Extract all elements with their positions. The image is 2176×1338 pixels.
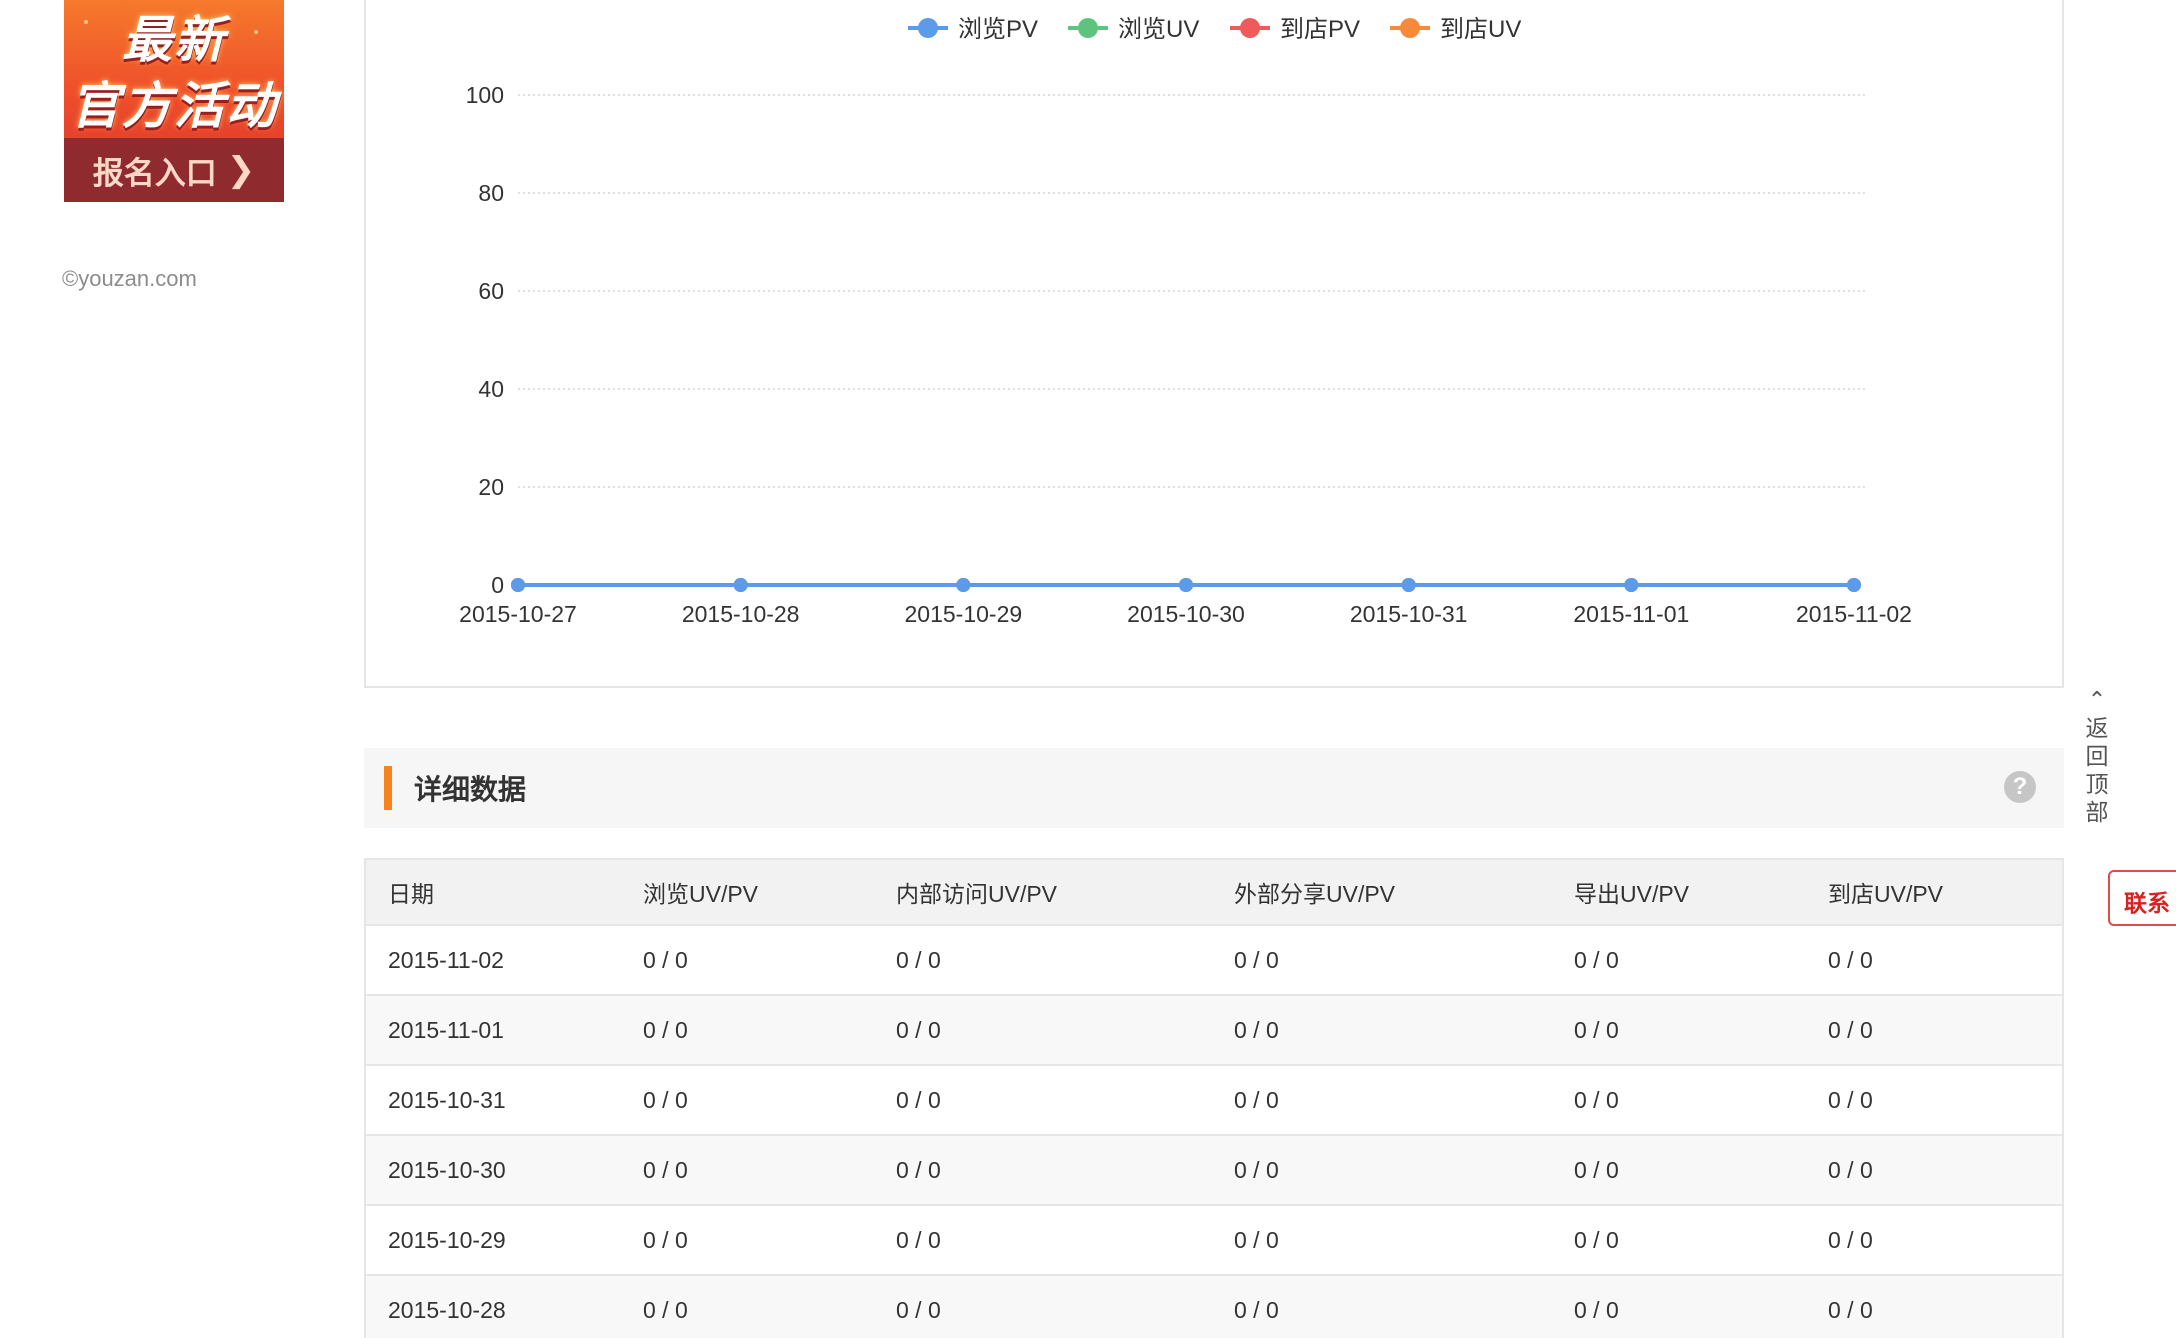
detail-section-header: 详细数据 ?	[364, 748, 2064, 828]
column-header: 到店UV/PV	[1806, 858, 2064, 926]
table-row: 2015-10-31 0 / 00 / 00 / 00 / 00 / 0	[364, 1065, 2064, 1136]
column-header: 外部分享UV/PV	[1212, 858, 1552, 926]
back-to-top-button[interactable]: ⌃ 返回顶部	[2082, 687, 2112, 826]
table-cell-value: 0 / 0	[1806, 925, 2064, 996]
table-cell-value: 0 / 0	[1212, 1135, 1552, 1206]
table-cell-value: 0 / 0	[874, 1205, 1212, 1276]
table-cell-value: 0 / 0	[1552, 1275, 1806, 1338]
table-cell-value: 0 / 0	[1806, 1065, 2064, 1136]
table-cell-value: 0 / 0	[1552, 1135, 1806, 1206]
table-cell-value: 0 / 0	[874, 925, 1212, 996]
table-row: 2015-10-28 0 / 00 / 00 / 00 / 00 / 0	[364, 1275, 2064, 1338]
data-point	[1401, 578, 1416, 592]
y-tick-label: 20	[478, 474, 504, 500]
legend-marker	[1400, 18, 1420, 38]
data-point	[511, 578, 525, 592]
table-cell-value: 0 / 0	[1552, 1065, 1806, 1136]
table-cell-value: 0 / 0	[1552, 1205, 1806, 1276]
x-tick-label: 2015-10-28	[682, 601, 800, 627]
trend-chart: 0 20 40 60 80 100 2015-10-27 2015-10-28 2015-10-…	[459, 16, 1912, 627]
legend-marker	[1240, 18, 1260, 38]
column-header: 浏览UV/PV	[621, 858, 874, 926]
contact-button[interactable]: 联系	[2108, 870, 2176, 926]
promo-banner[interactable]: 最新 官方活动 报名入口 ❯	[64, 0, 284, 202]
table-cell-value: 0 / 0	[874, 1065, 1212, 1136]
table-cell-value: 0 / 0	[874, 1275, 1212, 1338]
table-cell-value: 0 / 0	[1212, 995, 1552, 1066]
table-cell-date: 2015-11-01	[364, 995, 621, 1066]
data-point	[1847, 578, 1861, 592]
x-tick-label: 2015-10-30	[1127, 601, 1245, 627]
table-cell-value: 0 / 0	[874, 995, 1212, 1066]
table-cell-value: 0 / 0	[1806, 1135, 2064, 1206]
data-point	[733, 578, 748, 592]
legend-label: 浏览UV	[1118, 16, 1199, 43]
x-tick-label: 2015-11-01	[1573, 601, 1689, 627]
x-tick-label: 2015-10-31	[1350, 601, 1468, 627]
x-tick-label: 2015-10-27	[459, 601, 577, 627]
x-tick-label: 2015-11-02	[1796, 601, 1912, 627]
y-tick-label: 100	[466, 82, 504, 108]
y-tick-label: 40	[478, 376, 504, 402]
table-cell-value: 0 / 0	[1212, 1275, 1552, 1338]
table-cell-value: 0 / 0	[1806, 995, 2064, 1066]
table-cell-value: 0 / 0	[621, 925, 874, 996]
promo-signup-label: 报名入口	[92, 155, 217, 191]
table-cell-date: 2015-10-31	[364, 1065, 621, 1136]
column-header: 内部访问UV/PV	[874, 858, 1212, 926]
data-point	[1624, 578, 1639, 592]
table-row: 2015-11-01 0 / 00 / 00 / 00 / 00 / 0	[364, 995, 2064, 1066]
table-cell-date: 2015-11-02	[364, 925, 621, 996]
table-cell-value: 0 / 0	[621, 1065, 874, 1136]
legend-marker	[918, 18, 938, 38]
trend-chart-panel: 0 20 40 60 80 100 2015-10-27 2015-10-28 2015-10-…	[364, 0, 2064, 688]
chevron-right-icon: ❯	[226, 151, 256, 189]
legend-label: 浏览PV	[958, 16, 1038, 43]
promo-title-line1: 最新	[122, 12, 226, 68]
chevron-up-icon: ⌃	[2087, 687, 2107, 712]
table-cell-date: 2015-10-29	[364, 1205, 621, 1276]
table-cell-value: 0 / 0	[621, 1205, 874, 1276]
table-cell-value: 0 / 0	[621, 1135, 874, 1206]
section-title: 详细数据	[414, 774, 527, 805]
table-cell-value: 0 / 0	[1212, 925, 1552, 996]
table-row: 2015-11-02 0 / 00 / 00 / 00 / 00 / 0	[364, 925, 2064, 996]
help-icon[interactable]: ?	[2004, 771, 2036, 803]
y-tick-label: 60	[478, 278, 504, 304]
table-cell-date: 2015-10-28	[364, 1275, 621, 1338]
table-cell-value: 0 / 0	[621, 995, 874, 1066]
back-to-top-label: 返回顶部	[2085, 715, 2109, 825]
table-cell-value: 0 / 0	[1552, 995, 1806, 1066]
table-cell-value: 0 / 0	[1212, 1205, 1552, 1276]
table-header-row: 日期 浏览UV/PV 内部访问UV/PV 外部分享UV/PV 导出UV/PV 到…	[364, 858, 2064, 926]
promo-title-line2: 官方活动	[70, 78, 278, 134]
column-header: 导出UV/PV	[1552, 858, 1806, 926]
column-header: 日期	[364, 858, 621, 926]
data-point	[956, 578, 971, 592]
section-accent-bar	[384, 766, 392, 810]
promo-signup-button[interactable]: 报名入口 ❯	[64, 138, 284, 202]
table-cell-value: 0 / 0	[1806, 1205, 2064, 1276]
table-row: 2015-10-30 0 / 00 / 00 / 00 / 00 / 0	[364, 1135, 2064, 1206]
table-cell-date: 2015-10-30	[364, 1135, 621, 1206]
table-row: 2015-10-29 0 / 00 / 00 / 00 / 00 / 0	[364, 1205, 2064, 1276]
x-tick-label: 2015-10-29	[905, 601, 1023, 627]
detail-data-table: 日期 浏览UV/PV 内部访问UV/PV 外部分享UV/PV 导出UV/PV 到…	[364, 858, 2064, 1338]
table-cell-value: 0 / 0	[874, 1135, 1212, 1206]
table-cell-value: 0 / 0	[621, 1275, 874, 1338]
table-cell-value: 0 / 0	[1552, 925, 1806, 996]
table-cell-value: 0 / 0	[1212, 1065, 1552, 1136]
legend-label: 到店PV	[1280, 16, 1360, 43]
y-tick-label: 0	[491, 572, 504, 598]
y-tick-label: 80	[478, 180, 504, 206]
data-point	[1179, 578, 1193, 592]
legend-label: 到店UV	[1440, 16, 1521, 43]
table-cell-value: 0 / 0	[1806, 1275, 2064, 1338]
legend-marker	[1078, 18, 1098, 38]
copyright-text: ©youzan.com	[62, 266, 197, 291]
